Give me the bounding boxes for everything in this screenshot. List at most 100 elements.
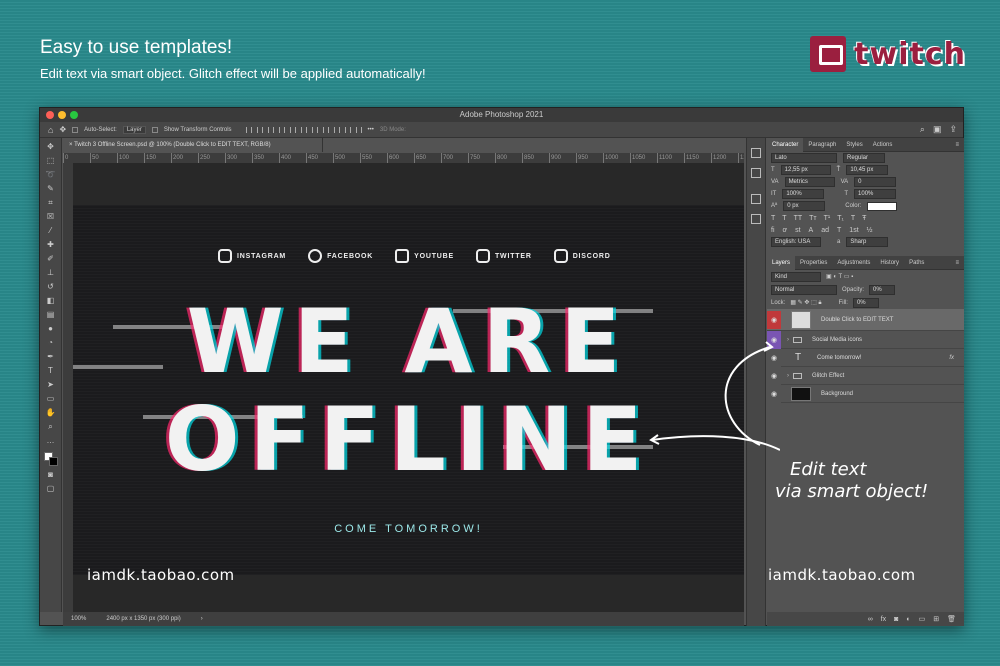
layer-style-icon[interactable]: fx: [881, 616, 886, 623]
eyedropper-tool-icon[interactable]: ⁄: [44, 225, 58, 236]
old-style-button[interactable]: ơ: [783, 227, 788, 234]
panel-tab-styles[interactable]: Styles: [841, 138, 867, 152]
text-color-swatch[interactable]: [867, 201, 898, 211]
titling-button[interactable]: ad: [821, 227, 829, 234]
layer-mask-icon[interactable]: ◙: [894, 616, 898, 623]
layer-row[interactable]: ◉ T Come tomorrow! fx: [767, 348, 964, 367]
font-size-field[interactable]: 12,55 px: [780, 165, 831, 175]
panel-tab-character[interactable]: Character: [767, 137, 804, 152]
expand-chevron-icon[interactable]: ›: [787, 337, 789, 343]
crop-tool-icon[interactable]: ⌗: [44, 197, 58, 208]
language-select[interactable]: English: USA: [771, 237, 821, 247]
move-tool-icon[interactable]: ✥: [59, 125, 66, 134]
document-tab[interactable]: × Twitch 3 Offline Screen.psd @ 100% (Do…: [63, 138, 323, 152]
transform-controls-checkbox[interactable]: [151, 126, 158, 133]
gradient-tool-icon[interactable]: ▤: [44, 309, 58, 320]
stamp-tool-icon[interactable]: ⊥: [44, 267, 58, 278]
brushes-icon[interactable]: [751, 214, 761, 224]
blur-tool-icon[interactable]: ●: [44, 323, 58, 334]
blend-mode-select[interactable]: Normal: [771, 284, 837, 295]
kerning-field[interactable]: Metrics: [784, 177, 835, 187]
panel-tab-paths[interactable]: Paths: [904, 256, 929, 270]
color-swatches[interactable]: [43, 452, 58, 466]
all-caps-button[interactable]: TT: [794, 215, 803, 222]
panel-tab-actions[interactable]: Actions: [868, 138, 898, 152]
fractions-button[interactable]: 1st: [849, 227, 858, 234]
layer-row[interactable]: ◉ › Glitch Effect: [767, 366, 964, 385]
new-layer-icon[interactable]: ⊞: [933, 615, 939, 623]
lock-icons[interactable]: ▦ ✎ ✥ ⬚ 🔒︎: [790, 299, 821, 307]
horizontal-scale-field[interactable]: 100%: [854, 189, 897, 199]
background-color-swatch[interactable]: [48, 457, 58, 466]
auto-select-checkbox[interactable]: [72, 126, 79, 133]
new-group-icon[interactable]: ▭: [919, 615, 926, 623]
layer-row[interactable]: ◉ Double Click to EDIT TEXT: [767, 309, 964, 331]
delete-layer-icon[interactable]: 🗑︎: [947, 615, 956, 623]
auto-select-dropdown[interactable]: Layer: [122, 125, 146, 134]
panel-tab-history[interactable]: History: [875, 256, 904, 270]
more-options-icon[interactable]: •••: [368, 127, 374, 133]
adjustment-layer-icon[interactable]: ◐: [906, 616, 910, 623]
layer-row[interactable]: ◉ › Social Media icons: [767, 330, 964, 349]
character-icon[interactable]: [751, 194, 761, 204]
font-style-select[interactable]: Regular: [843, 153, 885, 163]
minimize-window-button[interactable]: [58, 111, 66, 119]
leading-field[interactable]: 10,45 px: [846, 165, 889, 175]
visibility-eye-icon[interactable]: ◉: [767, 310, 781, 329]
more-tools-icon[interactable]: …: [44, 435, 58, 446]
path-select-tool-icon[interactable]: ➤: [44, 379, 58, 390]
vertical-scale-field[interactable]: 100%: [782, 189, 825, 199]
ordinals-button[interactable]: T: [837, 227, 841, 234]
dodge-tool-icon[interactable]: ◔: [44, 337, 58, 348]
history-brush-icon[interactable]: ↺: [44, 281, 58, 292]
close-window-button[interactable]: [46, 111, 54, 119]
antialias-select[interactable]: Sharp: [846, 237, 889, 247]
panel-menu-icon[interactable]: ≡: [950, 256, 964, 270]
align-buttons[interactable]: [245, 126, 362, 133]
home-icon[interactable]: ⌂: [48, 125, 53, 135]
expand-chevron-icon[interactable]: ›: [787, 373, 789, 379]
baseline-field[interactable]: 0 px: [783, 201, 826, 211]
zoom-level[interactable]: 100%: [71, 612, 86, 626]
eraser-tool-icon[interactable]: ◧: [44, 295, 58, 306]
quick-mask-icon[interactable]: ◙: [44, 469, 58, 480]
lasso-tool-icon[interactable]: ➰: [44, 169, 58, 180]
panel-tab-layers[interactable]: Layers: [767, 255, 796, 270]
share-icon[interactable]: ⇪: [949, 124, 957, 135]
subscript-button[interactable]: T₁: [837, 215, 844, 222]
fill-field[interactable]: 0%: [852, 297, 879, 308]
fraction-half-button[interactable]: ½: [867, 227, 873, 234]
small-caps-button[interactable]: Tт: [809, 215, 816, 222]
layer-row[interactable]: ◉ Background: [767, 384, 964, 403]
layer-kind-filter[interactable]: Kind: [771, 271, 821, 282]
libraries-icon[interactable]: [751, 148, 761, 158]
panel-tab-adjustments[interactable]: Adjustments: [832, 256, 875, 270]
panel-tab-paragraph[interactable]: Paragraph: [803, 138, 841, 152]
superscript-button[interactable]: T¹: [824, 215, 831, 222]
faux-bold-button[interactable]: T: [771, 215, 775, 222]
move-tool-icon[interactable]: ✥: [44, 141, 58, 152]
workspace-icon[interactable]: ▣: [933, 124, 942, 135]
rectangle-tool-icon[interactable]: ▭: [44, 393, 58, 404]
brush-tool-icon[interactable]: ✐: [44, 253, 58, 264]
marquee-tool-icon[interactable]: ⬚: [44, 155, 58, 166]
type-tool-icon[interactable]: T: [44, 365, 58, 376]
zoom-window-button[interactable]: [70, 111, 78, 119]
underline-button[interactable]: T: [851, 215, 855, 222]
screen-mode-icon[interactable]: ▢: [44, 483, 58, 494]
quick-select-tool-icon[interactable]: ✎: [44, 183, 58, 194]
hand-tool-icon[interactable]: ✋: [44, 407, 58, 418]
font-family-select[interactable]: Lato: [771, 153, 837, 163]
pen-tool-icon[interactable]: ✒: [44, 351, 58, 362]
tracking-field[interactable]: 0: [854, 177, 897, 187]
zoom-tool-icon[interactable]: ⌕: [44, 421, 58, 432]
healing-tool-icon[interactable]: ✚: [44, 239, 58, 250]
properties-icon[interactable]: [751, 168, 761, 178]
layer-fx-badge[interactable]: fx: [949, 355, 954, 361]
panel-tab-properties[interactable]: Properties: [795, 256, 832, 270]
panel-menu-icon[interactable]: ≡: [950, 138, 964, 152]
filter-icons[interactable]: ▣ ◐ T ▭ ▪: [826, 273, 853, 280]
faux-italic-button[interactable]: T: [782, 215, 786, 222]
link-layers-icon[interactable]: ∞: [868, 616, 873, 623]
ligatures-button[interactable]: fi: [771, 227, 775, 234]
